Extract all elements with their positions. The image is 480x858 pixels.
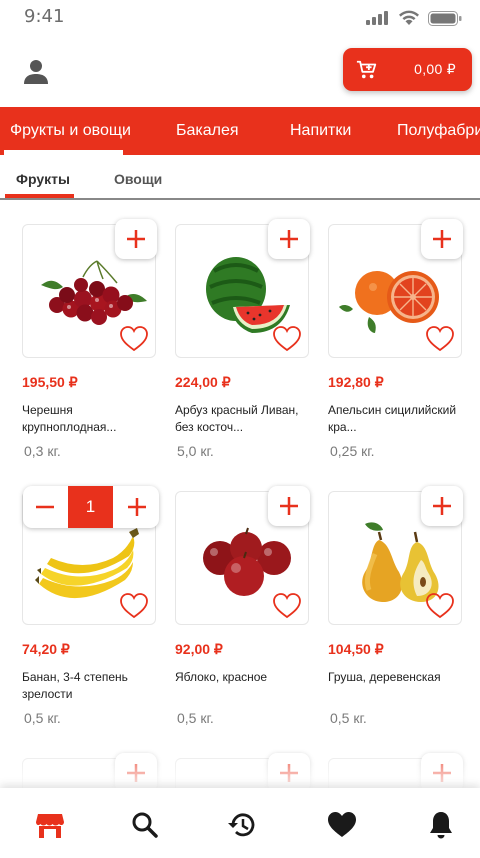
product-name: Апельсин сицилийский кра... xyxy=(328,403,457,434)
quantity-value: 1 xyxy=(68,486,113,528)
product-price: 92,00 ₽ xyxy=(175,641,223,657)
product-name: Яблоко, красное xyxy=(175,670,268,684)
plus-icon xyxy=(280,230,298,248)
status-icons xyxy=(366,10,462,26)
cart-button[interactable]: 0,00 ₽ xyxy=(343,48,472,91)
user-icon[interactable] xyxy=(22,58,50,86)
add-to-cart-button[interactable] xyxy=(268,486,310,526)
heart-outline-icon[interactable] xyxy=(272,325,302,353)
heart-outline-icon[interactable] xyxy=(119,325,149,353)
plus-icon xyxy=(128,498,146,516)
plus-icon xyxy=(280,497,298,515)
battery-icon xyxy=(428,10,462,26)
status-bar: 9:41 xyxy=(0,0,480,36)
product-name: Арбуз красный Ливан, без косточ... xyxy=(175,403,299,434)
product-image-card[interactable] xyxy=(175,486,310,625)
scroll-fade xyxy=(0,740,480,790)
product-image-card[interactable] xyxy=(22,219,157,358)
cart-icon xyxy=(356,60,377,79)
tab-grocery[interactable]: Бакалея xyxy=(176,122,239,140)
product-weight: 0,25 кг. xyxy=(330,443,375,459)
cart-amount: 0,00 ₽ xyxy=(414,61,456,77)
product-weight: 5,0 кг. xyxy=(177,443,214,459)
product-name: Банан, 3-4 степень зрелости xyxy=(22,670,128,701)
tab-fruits-vegetables[interactable]: Фрукты и овощи xyxy=(10,122,131,140)
minus-icon xyxy=(36,505,54,509)
add-to-cart-button[interactable] xyxy=(421,486,463,526)
tab-semi-finished[interactable]: Полуфабри xyxy=(397,122,480,140)
product-weight: 0,3 кг. xyxy=(24,443,61,459)
category-tabs: Фрукты и овощи Бакалея Напитки Полуфабри xyxy=(0,107,480,155)
subtab-fruits[interactable]: Фрукты xyxy=(16,171,70,187)
plus-icon xyxy=(433,230,451,248)
add-to-cart-button[interactable] xyxy=(115,219,157,259)
header: 0,00 ₽ xyxy=(0,36,480,106)
bell-icon[interactable] xyxy=(426,810,456,840)
product-price: 192,80 ₽ xyxy=(328,374,384,390)
heart-outline-icon[interactable] xyxy=(425,325,455,353)
heart-outline-icon[interactable] xyxy=(272,592,302,620)
product-weight: 0,5 кг. xyxy=(24,710,61,726)
subtab-vegetables[interactable]: Овощи xyxy=(114,171,162,187)
status-time: 9:41 xyxy=(24,6,65,27)
apple-image xyxy=(203,527,291,596)
tab-drinks[interactable]: Напитки xyxy=(290,122,351,140)
product-image-card[interactable] xyxy=(328,486,463,625)
product-image-card[interactable]: 1 xyxy=(22,486,159,625)
increase-quantity-button[interactable] xyxy=(115,486,159,528)
signal-icon xyxy=(366,11,388,25)
add-to-cart-button[interactable] xyxy=(268,219,310,259)
store-icon[interactable] xyxy=(35,810,65,840)
active-subtab-indicator xyxy=(5,194,74,198)
cherries-image xyxy=(41,260,147,325)
product-price: 195,50 ₽ xyxy=(22,374,78,390)
product-image-card[interactable] xyxy=(175,219,310,358)
product-weight: 0,5 кг. xyxy=(177,710,214,726)
wifi-icon xyxy=(399,10,419,25)
product-name: Груша, деревенская xyxy=(328,670,441,684)
heart-outline-icon[interactable] xyxy=(119,592,149,620)
product-price: 104,50 ₽ xyxy=(328,641,384,657)
search-icon[interactable] xyxy=(130,810,160,840)
plus-icon xyxy=(433,497,451,515)
sub-tabs: Фрукты Овощи xyxy=(0,155,480,200)
watermelon-image xyxy=(206,257,290,333)
product-price: 224,00 ₽ xyxy=(175,374,231,390)
quantity-stepper[interactable]: 1 xyxy=(23,486,159,528)
heart-icon[interactable] xyxy=(327,810,357,840)
plus-icon xyxy=(127,230,145,248)
product-weight: 0,5 кг. xyxy=(330,710,367,726)
heart-outline-icon[interactable] xyxy=(425,592,455,620)
pear-image xyxy=(362,522,439,602)
add-to-cart-button[interactable] xyxy=(421,219,463,259)
history-icon[interactable] xyxy=(227,810,257,840)
bottom-nav xyxy=(0,788,480,858)
product-image-card[interactable] xyxy=(328,219,463,358)
orange-image xyxy=(339,271,439,333)
product-name: Черешня крупноплодная... xyxy=(22,403,117,434)
decrease-quantity-button[interactable] xyxy=(23,486,67,528)
product-price: 74,20 ₽ xyxy=(22,641,70,657)
